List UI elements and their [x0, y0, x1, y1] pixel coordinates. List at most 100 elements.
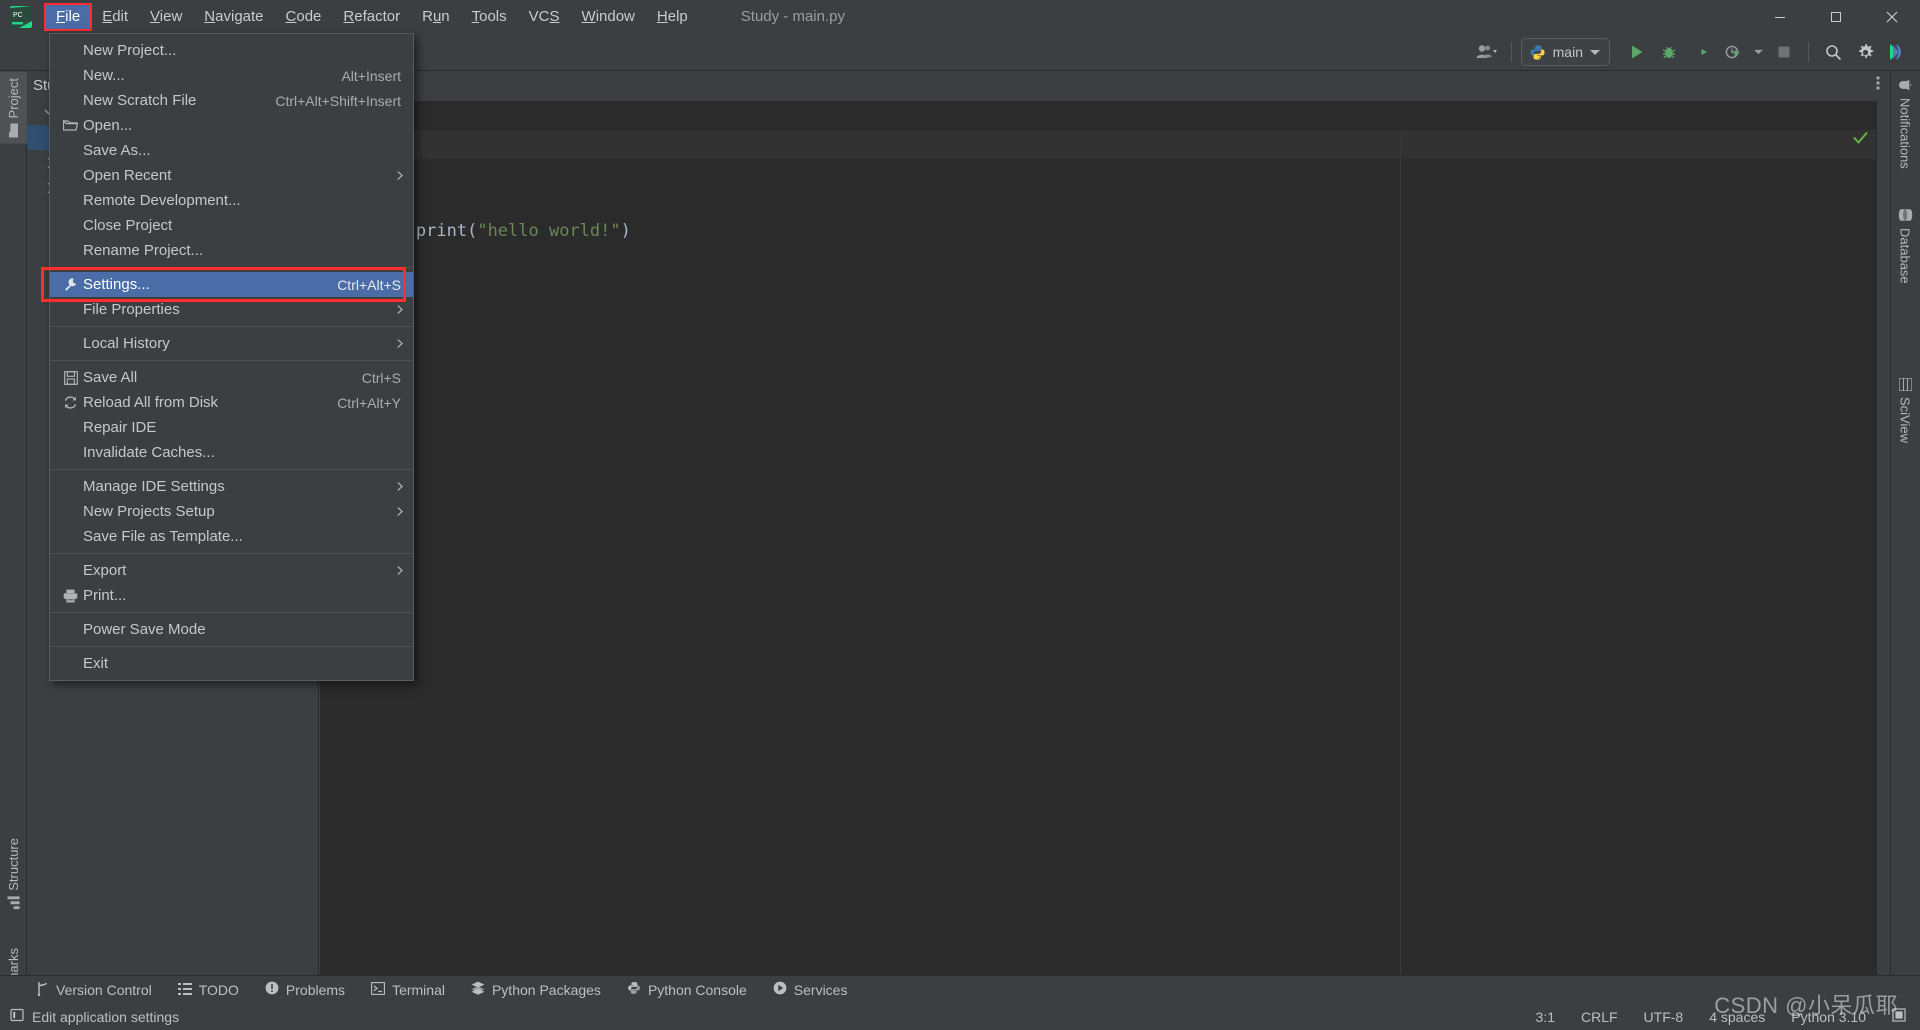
folder-icon [58, 119, 83, 132]
maximize-button[interactable] [1808, 0, 1864, 33]
menu-item-close-project[interactable]: Close Project [50, 213, 413, 238]
file-menu-dropdown[interactable]: New Project... New... Alt+Insert New Scr… [41, 33, 414, 681]
bottom-tool-window-bar[interactable]: Version Control TODO Problems Terminal P… [0, 975, 1920, 1003]
menu-item-settings[interactable]: Settings... Ctrl+Alt+S [41, 267, 413, 302]
menu-item-remote-development[interactable]: Remote Development... [50, 188, 413, 213]
coverage-button[interactable] [1686, 37, 1716, 67]
menu-item-new-projects-setup[interactable]: New Projects Setup [50, 499, 413, 524]
sidebar-item-database[interactable]: Database [1890, 201, 1920, 291]
tab-problems-label: Problems [285, 981, 346, 998]
stop-button[interactable] [1769, 37, 1799, 67]
title-bar: PC File Edit View Navigate Code Refactor… [0, 0, 1920, 33]
submenu-arrow-icon [397, 479, 405, 494]
tab-problems[interactable]: Problems [265, 981, 345, 998]
right-tool-window-strip[interactable]: Notifications Database SciView [1890, 71, 1920, 979]
tab-todo[interactable]: TODO [177, 982, 239, 998]
menu-code[interactable]: Code [275, 4, 333, 30]
tab-python-packages[interactable]: Python Packages [471, 981, 601, 998]
run-button[interactable] [1622, 37, 1652, 67]
menu-item-file-properties-label: File Properties [83, 301, 180, 318]
menu-item-save-as[interactable]: Save As... [50, 138, 413, 163]
menu-item-exit[interactable]: Exit [50, 651, 413, 676]
editor-options-icon[interactable] [1876, 75, 1880, 96]
debug-button[interactable] [1654, 37, 1684, 67]
menu-item-new-label: New... [83, 67, 125, 84]
menu-item-new-project[interactable]: New Project... [50, 38, 413, 63]
profile-button[interactable] [1718, 37, 1748, 67]
menu-item-print[interactable]: Print... [50, 583, 413, 608]
inspection-status-icon[interactable] [1853, 131, 1868, 148]
run-configuration-selector[interactable]: main [1520, 38, 1610, 66]
line-separator[interactable]: CRLF [1581, 1009, 1618, 1025]
python-interpreter[interactable]: Python 3.10 [1791, 1009, 1866, 1025]
menu-item-save-all[interactable]: Save All Ctrl+S [50, 365, 413, 390]
menu-item-new-scratch-file[interactable]: New Scratch File Ctrl+Alt+Shift+Insert [50, 88, 413, 113]
sidebar-item-structure[interactable]: Structure [0, 831, 27, 916]
error-stripe-gutter[interactable] [1876, 101, 1890, 979]
sidebar-item-sciview[interactable]: SciView [1890, 371, 1920, 450]
caret-position[interactable]: 3:1 [1536, 1009, 1555, 1025]
menu-tools[interactable]: Tools [461, 4, 518, 30]
menu-item-save-file-as-template[interactable]: Save File as Template... [50, 524, 413, 549]
menu-edit[interactable]: Edit [91, 4, 139, 30]
editor-tabs[interactable] [320, 71, 1890, 101]
notifications-status-icon[interactable] [1892, 1008, 1906, 1025]
sidebar-item-project[interactable]: Project [0, 71, 27, 144]
python-icon [1530, 44, 1545, 60]
code-line-print: print("hello world!") [320, 188, 1890, 275]
menu-window[interactable]: Window [571, 4, 646, 30]
menu-run[interactable]: Run [411, 4, 461, 30]
toolbar-separator-1 [1510, 42, 1512, 62]
menu-item-open[interactable]: Open... [50, 113, 413, 138]
settings-gear-icon[interactable] [1850, 37, 1880, 67]
save-icon [58, 370, 83, 385]
menu-item-repair-ide[interactable]: Repair IDE [50, 415, 413, 440]
code-editor[interactable]: 控制台打印 print("hello world!") [320, 101, 1890, 979]
close-button[interactable] [1864, 0, 1920, 33]
code-token-function: print [415, 221, 468, 241]
menu-item-invalidate-caches[interactable]: Invalidate Caches... [50, 440, 413, 465]
menu-item-manage-ide-settings[interactable]: Manage IDE Settings [50, 474, 413, 499]
minimize-button[interactable] [1752, 0, 1808, 33]
menu-item-reload-all-from-disk[interactable]: Reload All from Disk Ctrl+Alt+Y [50, 390, 413, 415]
tab-version-control[interactable]: Version Control [36, 981, 152, 999]
menu-file[interactable]: File [43, 2, 93, 31]
user-account-button[interactable] [1472, 37, 1502, 67]
sidebar-item-structure-label: Structure [6, 838, 21, 891]
menu-item-file-properties[interactable]: File Properties [50, 297, 413, 322]
indent-setting[interactable]: 4 spaces [1709, 1009, 1765, 1025]
menu-item-new[interactable]: New... Alt+Insert [50, 63, 413, 88]
menu-item-local-history[interactable]: Local History [50, 331, 413, 356]
left-tool-window-strip[interactable]: Project Structure Bookmarks [0, 71, 27, 1030]
main-toolbar[interactable]: main [1472, 33, 1912, 71]
tab-terminal[interactable]: Terminal [371, 982, 445, 998]
menu-vcs[interactable]: VCS [518, 4, 571, 30]
tab-python-console[interactable]: Python Console [627, 981, 747, 998]
file-encoding[interactable]: UTF-8 [1644, 1009, 1684, 1025]
menu-navigate[interactable]: Navigate [193, 4, 274, 30]
menu-item-open-label: Open... [83, 117, 133, 134]
tab-terminal-label: Terminal [392, 981, 445, 998]
print-icon [58, 589, 83, 603]
menu-help[interactable]: Help [646, 4, 699, 30]
tab-services[interactable]: Services [773, 981, 847, 998]
menu-view[interactable]: View [139, 4, 193, 30]
menu-item-export[interactable]: Export [50, 558, 413, 583]
folder-icon [8, 123, 20, 138]
sidebar-item-notifications[interactable]: Notifications [1890, 71, 1920, 176]
menu-bar[interactable]: File Edit View Navigate Code Refactor Ru… [43, 0, 699, 33]
tab-python-packages-label: Python Packages [491, 981, 601, 998]
menu-item-power-save-mode[interactable]: Power Save Mode [50, 617, 413, 642]
menu-item-reload-all-from-disk-shortcut: Ctrl+Alt+Y [337, 394, 401, 411]
profile-dropdown-icon[interactable] [1750, 37, 1767, 67]
window-controls[interactable] [1752, 0, 1920, 33]
updates-button[interactable] [1882, 37, 1912, 67]
menu-item-open-recent[interactable]: Open Recent [50, 163, 413, 188]
status-bar-right[interactable]: 3:1 CRLF UTF-8 4 spaces Python 3.10 [1536, 1008, 1906, 1025]
menu-item-new-projects-setup-label: New Projects Setup [83, 503, 215, 520]
menu-refactor[interactable]: Refactor [332, 4, 411, 30]
menu-item-rename-project[interactable]: Rename Project... [50, 238, 413, 263]
menu-item-print-label: Print... [83, 587, 127, 604]
database-icon [1898, 209, 1912, 222]
search-everywhere-icon[interactable] [1818, 37, 1848, 67]
